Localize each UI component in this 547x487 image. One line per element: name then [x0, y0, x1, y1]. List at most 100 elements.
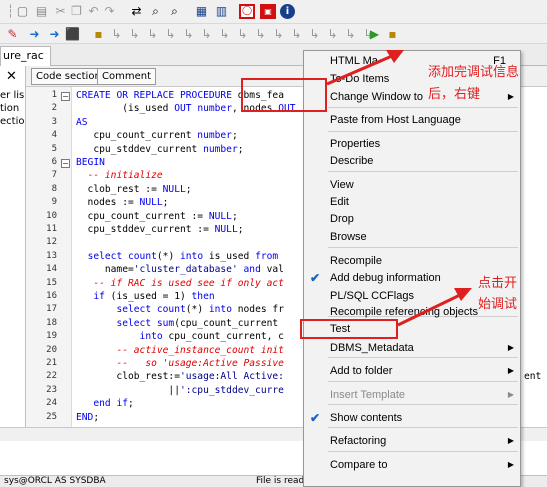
run-forward-icon[interactable]: ➜: [46, 26, 63, 43]
run-back-icon[interactable]: ➜: [26, 26, 43, 43]
menu-item-insert-template[interactable]: Insert Template ▶: [304, 385, 520, 405]
code-line[interactable]: select count(*) into nodes fr: [76, 304, 284, 315]
debug-step-icon-7[interactable]: ↳: [216, 26, 233, 43]
menu-item-refactoring[interactable]: Refactoring ▶: [304, 431, 520, 451]
menu-item-compare-to[interactable]: Compare to ▶: [304, 455, 520, 475]
debug-stop-icon[interactable]: ▪: [384, 26, 401, 43]
pdf-icon[interactable]: ▣: [260, 4, 276, 19]
code-line[interactable]: -- initialize: [76, 170, 163, 181]
code-line[interactable]: -- so 'usage:Active Passive: [76, 358, 284, 369]
debug-step-icon-14[interactable]: ↳: [342, 26, 359, 43]
code-line[interactable]: nodes := NULL;: [76, 197, 169, 208]
line-number: 8: [51, 183, 57, 194]
tab-comment[interactable]: Comment: [97, 68, 156, 85]
line-number: 3: [51, 116, 57, 127]
compile-icon[interactable]: ✎: [4, 26, 21, 43]
help-icon[interactable]: i: [280, 4, 295, 19]
stop-icon[interactable]: ⬛: [64, 26, 81, 43]
menu-item-show-contents[interactable]: Show contents ✔: [304, 408, 520, 428]
fold-toggle-icon[interactable]: −: [61, 92, 70, 101]
print-icon[interactable]: ▤: [33, 3, 50, 20]
line-number: 15: [46, 277, 57, 288]
debug-step-icon-8[interactable]: ↳: [234, 26, 251, 43]
code-line[interactable]: ||':cpu_stddev_curre: [76, 385, 284, 396]
find-icon[interactable]: ⌕: [147, 3, 164, 20]
code-line[interactable]: cpu_count_current number;: [76, 130, 237, 141]
code-line[interactable]: cpu_stddev_current number;: [76, 144, 243, 155]
menu-separator: [328, 451, 518, 452]
window-list-icon[interactable]: ▦: [193, 3, 210, 20]
debug-step-icon-6[interactable]: ↳: [198, 26, 215, 43]
step-over-icon[interactable]: ↳: [126, 26, 143, 43]
replace-icon[interactable]: ⇄: [128, 3, 145, 20]
cut-icon[interactable]: ✂: [52, 3, 69, 20]
code-line[interactable]: cpu_count_current := NULL;: [76, 211, 238, 222]
tab-code-section[interactable]: Code section: [31, 68, 106, 85]
code-line[interactable]: into cpu_count_current, c: [76, 331, 284, 342]
left-panel-item[interactable]: tion: [0, 103, 19, 114]
window-tile-icon[interactable]: ▥: [213, 3, 230, 20]
line-number: 19: [46, 331, 57, 342]
code-line[interactable]: END;: [76, 412, 99, 423]
code-line[interactable]: select sum(cpu_count_current: [76, 318, 278, 329]
undo-icon[interactable]: ↶: [85, 3, 102, 20]
line-number: 12: [46, 237, 57, 248]
debug-start-icon[interactable]: ▪: [90, 26, 107, 43]
file-status: File is read: [256, 476, 305, 486]
code-line[interactable]: cpu_stddev_current := NULL;: [76, 224, 244, 235]
step-out-icon[interactable]: ↳: [144, 26, 161, 43]
menu-item-browse[interactable]: Browse: [304, 227, 520, 247]
code-line[interactable]: clob_rest := NULL;: [76, 184, 192, 195]
document-tab[interactable]: ure_rac: [0, 46, 51, 66]
line-number: 2: [51, 103, 57, 114]
code-line[interactable]: if (is_used = 1) then: [76, 291, 214, 302]
menu-item-change-window-to[interactable]: Change Window to ▶: [304, 87, 520, 107]
code-line[interactable]: end if;: [76, 398, 133, 409]
new-document-icon[interactable]: ▢: [14, 3, 31, 20]
debug-step-icon-11[interactable]: ↳: [288, 26, 305, 43]
line-number: 18: [46, 317, 57, 328]
debug-step-icon-5[interactable]: ↳: [180, 26, 197, 43]
check-icon: ✔: [310, 411, 321, 425]
line-number: 4: [51, 130, 57, 141]
line-number-gutter: 1 2 3 4 5 6 7 8 9 10 11 12 13 14 15 16 17 18 19 20 21 22 23 24 2…: [26, 87, 72, 427]
oracle-icon[interactable]: ◯: [239, 4, 255, 19]
code-line[interactable]: clob_rest:='usage:All Active:: [76, 371, 284, 382]
debug-step-icon-10[interactable]: ↳: [270, 26, 287, 43]
menu-item-add-to-folder[interactable]: Add to folder ▶: [304, 361, 520, 381]
debug-step-icon-12[interactable]: ↳: [306, 26, 323, 43]
line-number: 17: [46, 304, 57, 315]
redo-icon[interactable]: ↷: [101, 3, 118, 20]
menu-item-label: Edit: [330, 196, 349, 208]
debug-step-icon-9[interactable]: ↳: [252, 26, 269, 43]
menu-item-label: Browse: [330, 231, 367, 243]
line-number: 11: [46, 224, 57, 234]
code-line[interactable]: name='cluster_database' and val: [76, 264, 284, 275]
debug-step-icon-13[interactable]: ↳: [324, 26, 341, 43]
menu-item-label: HTML Ma: [330, 55, 378, 67]
fold-toggle-icon[interactable]: −: [61, 159, 70, 168]
code-line-tail: ent: [524, 371, 542, 383]
close-icon[interactable]: ✕: [6, 69, 17, 84]
run-to-exception-icon[interactable]: ↳: [162, 26, 179, 43]
left-panel-item[interactable]: ection: [0, 116, 25, 127]
menu-item-label: View: [330, 179, 354, 191]
menu-item-drop[interactable]: Drop: [304, 209, 520, 229]
code-line[interactable]: AS: [76, 117, 88, 128]
find-next-icon[interactable]: ⌕: [166, 3, 183, 20]
menu-item-dbms-metadata[interactable]: DBMS_Metadata ▶: [304, 338, 520, 358]
debug-run-icon[interactable]: ▶: [366, 26, 383, 43]
code-line[interactable]: select count(*) into is_used from: [76, 251, 279, 262]
code-line[interactable]: -- if RAC is used see if only act: [76, 278, 284, 289]
check-icon: ✔: [310, 271, 321, 285]
step-into-icon[interactable]: ↳: [108, 26, 125, 43]
left-panel-item[interactable]: er lis: [0, 90, 24, 101]
menu-item-describe[interactable]: Describe: [304, 151, 520, 171]
code-line[interactable]: BEGIN: [76, 157, 105, 168]
menu-item-paste-from-host-language[interactable]: Paste from Host Language: [304, 110, 520, 130]
copy-icon[interactable]: ❐: [68, 3, 85, 20]
session-status: sys@ORCL AS SYSDBA: [4, 476, 106, 486]
submenu-arrow-icon: ▶: [507, 436, 514, 445]
code-line[interactable]: -- active_instance_count init: [76, 345, 284, 356]
menu-item-label: Paste from Host Language: [330, 114, 461, 126]
